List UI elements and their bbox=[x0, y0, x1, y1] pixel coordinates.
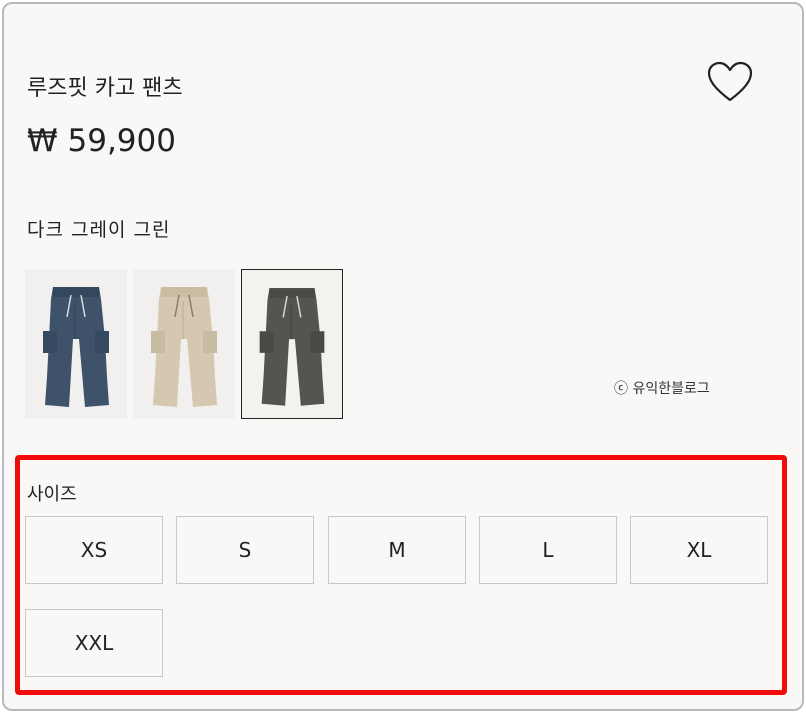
color-swatch-dark-gray-green[interactable] bbox=[241, 269, 343, 419]
product-price: ₩ 59,900 bbox=[27, 123, 176, 159]
size-label: 사이즈 bbox=[27, 484, 77, 505]
watermark-text: ⓒ 유익한블로그 bbox=[614, 381, 710, 397]
product-title: 루즈핏 카고 팬츠 bbox=[27, 76, 183, 101]
pants-navy-image bbox=[25, 269, 127, 419]
heart-icon[interactable] bbox=[706, 60, 754, 104]
size-button-s[interactable]: S bbox=[176, 516, 314, 584]
product-panel: 루즈핏 카고 팬츠 ₩ 59,900 다크 그레이 그린 ⓒ 유익한블로그 사이… bbox=[2, 2, 804, 711]
size-button-xs[interactable]: XS bbox=[25, 516, 163, 584]
size-button-l[interactable]: L bbox=[479, 516, 617, 584]
color-swatch-beige[interactable] bbox=[133, 269, 235, 419]
size-button-xxl[interactable]: XXL bbox=[25, 609, 163, 677]
size-button-m[interactable]: M bbox=[328, 516, 466, 584]
color-swatch-navy[interactable] bbox=[25, 269, 127, 419]
pants-dark-gray-green-image bbox=[242, 270, 342, 418]
selected-color-name: 다크 그레이 그린 bbox=[27, 219, 171, 241]
pants-beige-image bbox=[133, 269, 235, 419]
size-button-xl[interactable]: XL bbox=[630, 516, 768, 584]
